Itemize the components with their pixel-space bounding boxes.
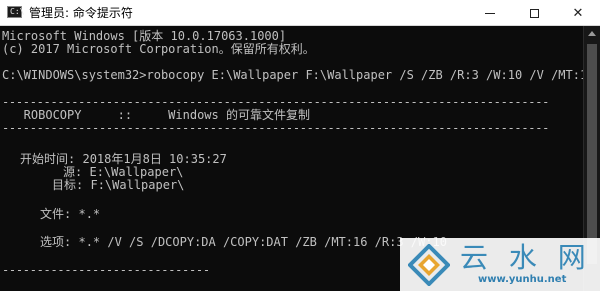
- options-label: 选项:: [40, 235, 72, 249]
- scroll-thumb[interactable]: [587, 44, 597, 264]
- command-text: robocopy E:\Wallpaper F:\Wallpaper /S /Z…: [146, 68, 584, 82]
- destination-value: F:\Wallpaper\: [90, 178, 185, 192]
- watermark-logo-icon: [408, 244, 450, 286]
- start-time-value: 2018年1月8日 10:35:27: [82, 152, 227, 166]
- scroll-up-arrow-icon[interactable]: [588, 31, 596, 36]
- window-title: 管理员: 命令提示符: [29, 6, 133, 20]
- close-icon: ✕: [572, 5, 584, 21]
- files-row: 文件: *.*: [40, 208, 100, 221]
- minimize-button[interactable]: [468, 0, 512, 26]
- bottom-separator-line: ------------------------------: [2, 263, 210, 277]
- title-bar[interactable]: C:\ 管理员: 命令提示符 ✕: [0, 0, 600, 26]
- watermark-text: 云 水 网: [460, 241, 592, 274]
- close-button[interactable]: ✕: [556, 0, 600, 26]
- command-line: C:\WINDOWS\system32>robocopy E:\Wallpape…: [2, 69, 583, 82]
- start-time-label: 开始时间:: [20, 152, 76, 166]
- cmd-icon: C:\: [7, 6, 24, 18]
- header-copyright-line: (c) 2017 Microsoft Corporation。保留所有权利。: [2, 42, 315, 56]
- files-label: 文件:: [40, 207, 72, 221]
- source-value: E:\Wallpaper\: [89, 165, 184, 179]
- files-value: *.*: [78, 207, 101, 221]
- watermark-url: www.yunhu.net: [478, 274, 567, 285]
- prompt-path: C:\WINDOWS\system32>: [2, 68, 147, 82]
- command-prompt-window: C:\ 管理员: 命令提示符 ✕ Microsoft Windows [版本 1…: [0, 0, 600, 291]
- minimize-icon: [485, 12, 495, 14]
- source-label: 源:: [63, 165, 83, 179]
- destination-row: 目标: F:\Wallpaper\: [52, 179, 184, 192]
- separator-line: ----------------------------------------…: [2, 121, 550, 135]
- destination-label: 目标:: [52, 178, 84, 192]
- options-value: *.* /V /S /DCOPY:DA /COPY:DAT /ZB /MT:16…: [78, 235, 447, 249]
- site-watermark: 云 水 网 www.yunhu.net: [400, 238, 600, 291]
- maximize-button[interactable]: [512, 0, 556, 26]
- maximize-icon: [529, 8, 539, 18]
- options-row: 选项: *.* /V /S /DCOPY:DA /COPY:DAT /ZB /M…: [40, 236, 447, 249]
